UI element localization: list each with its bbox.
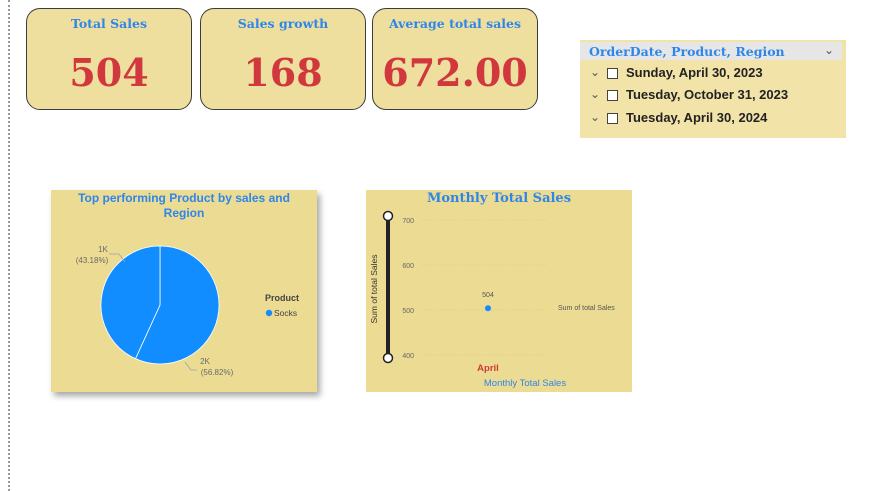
kpi-title: Average total sales: [388, 16, 522, 31]
expand-chevron-icon[interactable]: ⌄: [590, 65, 600, 79]
kpi-card-total-sales[interactable]: Total Sales 504: [26, 8, 192, 110]
zoom-slider-handle-bottom[interactable]: [382, 352, 394, 364]
kpi-title: Sales growth: [237, 16, 329, 31]
x-category-label: April: [477, 363, 499, 374]
kpi-title: Total Sales: [70, 16, 148, 31]
expand-chevron-icon[interactable]: ⌄: [590, 87, 600, 101]
slicer-checkbox[interactable]: [607, 68, 618, 79]
pie-label-value: 1K: [98, 245, 108, 254]
expand-chevron-icon[interactable]: ⌄: [590, 110, 600, 124]
slicer-item[interactable]: ⌄ Tuesday, October 31, 2023: [590, 86, 840, 106]
pie-legend-item[interactable]: Socks: [274, 308, 297, 318]
slicer-item[interactable]: ⌄ Tuesday, April 30, 2024: [590, 109, 840, 129]
pie-label-percent: (43.18%): [76, 256, 109, 265]
pie-chart-card[interactable]: Top performing Product by sales and Regi…: [51, 190, 317, 392]
kpi-value: 504: [69, 50, 149, 95]
slicer-item-label: Tuesday, October 31, 2023: [626, 87, 789, 102]
x-axis-label: Monthly Total Sales: [484, 378, 566, 389]
y-tick-label: 600: [402, 263, 414, 270]
monthly-sales-chart-card[interactable]: Monthly Total Sales Sum of total Sales 4…: [366, 190, 632, 392]
pie-leader-line: [184, 361, 197, 371]
y-tick-label: 700: [402, 218, 414, 225]
slicer-item-label: Sunday, April 30, 2023: [626, 65, 763, 80]
legend-label: Sum of total Sales: [558, 305, 615, 312]
data-point-label: 504: [482, 292, 494, 299]
pie-label-value: 2K: [200, 357, 210, 366]
data-point[interactable]: [485, 305, 491, 312]
slicer-title: OrderDate, Product, Region: [589, 44, 785, 59]
pie-chart-svg: 1K (43.18%) 2K (56.82%) Product Socks: [76, 245, 299, 377]
slicer-checkbox[interactable]: [607, 90, 618, 101]
kpi-card-sales-growth[interactable]: Sales growth 168: [200, 8, 366, 110]
slicer-item[interactable]: ⌄ Sunday, April 30, 2023: [590, 64, 840, 84]
y-tick-label: 500: [402, 308, 414, 315]
page-left-border: [8, 0, 10, 491]
date-product-region-slicer[interactable]: OrderDate, Product, Region ⌄ ⌄ Sunday, A…: [580, 40, 846, 138]
slicer-item-label: Tuesday, April 30, 2024: [626, 110, 768, 125]
y-tick-label: 400: [402, 353, 414, 360]
kpi-value: 168: [243, 50, 323, 95]
kpi-card-average-total-sales[interactable]: Average total sales 672.00: [372, 8, 538, 110]
pie-label-percent: (56.82%): [201, 368, 234, 377]
slicer-header[interactable]: OrderDate, Product, Region ⌄: [580, 42, 842, 60]
zoom-slider-handle-top[interactable]: [382, 210, 394, 222]
y-axis-label: Sum of total Sales: [369, 255, 379, 324]
kpi-value: 672.00: [382, 50, 528, 95]
line-chart-svg: Sum of total Sales 400 500 600 700 504 Apri…: [369, 210, 615, 389]
pie-legend-title: Product: [265, 293, 299, 303]
legend-marker-icon: [265, 309, 273, 317]
chevron-down-icon[interactable]: ⌄: [824, 43, 834, 57]
slicer-checkbox[interactable]: [607, 113, 618, 124]
